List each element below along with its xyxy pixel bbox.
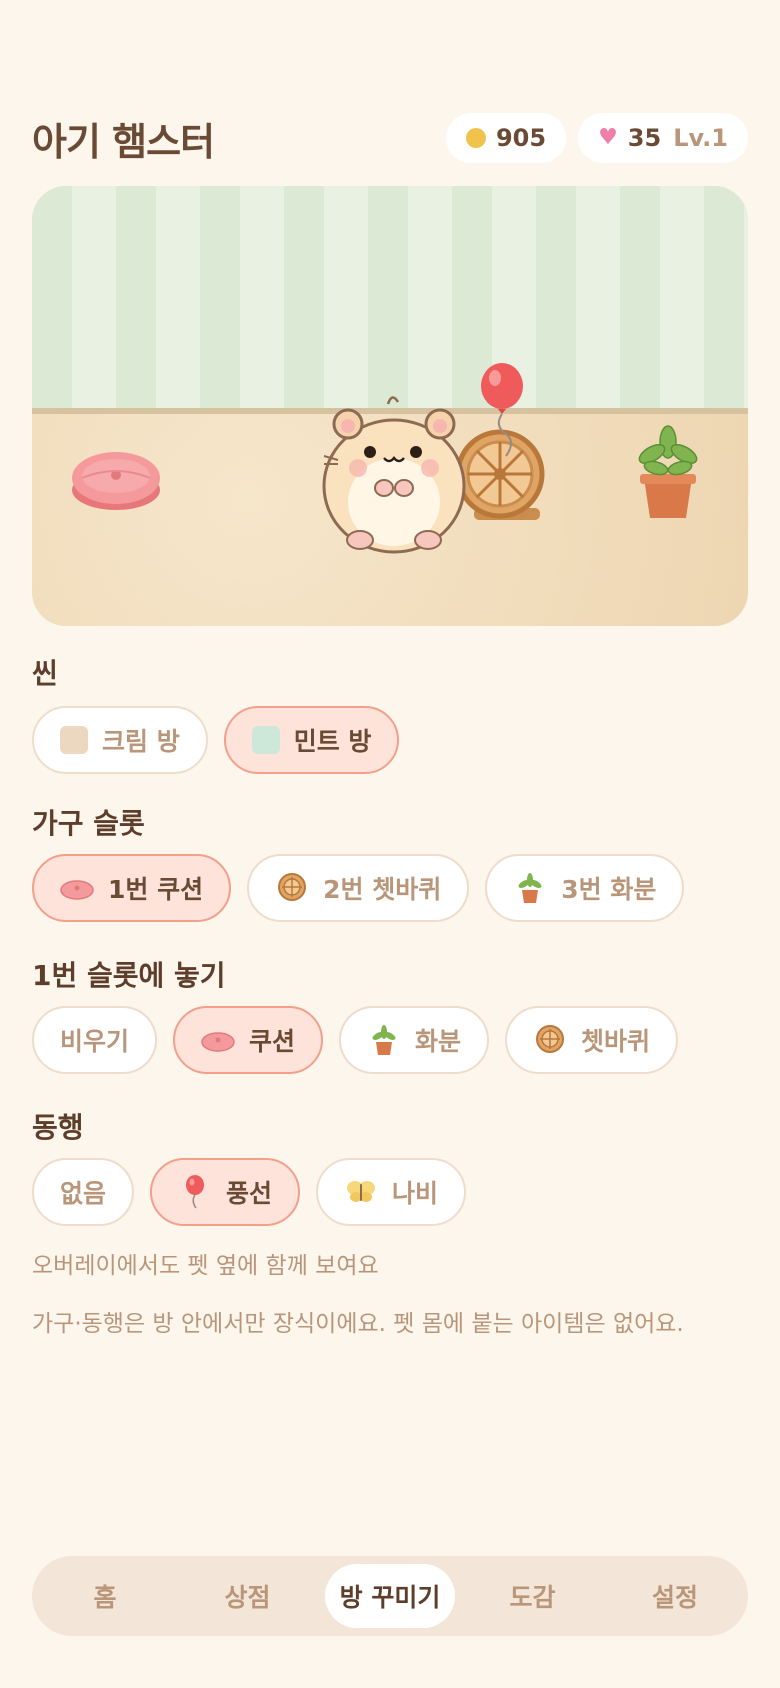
chip-label: 풍선 (226, 1179, 273, 1208)
tab-home[interactable]: 홈 (40, 1564, 170, 1628)
room-preview (32, 186, 748, 626)
chip-label: 2번 쳇바퀴 (323, 875, 442, 904)
heart-count: 35 (627, 124, 662, 152)
slot-3-button[interactable]: 3번 화분 (485, 854, 685, 922)
chip-label: 민트 방 (293, 727, 372, 756)
balloon-icon (481, 363, 523, 457)
tab-room-decor[interactable]: 방 꾸미기 (325, 1564, 455, 1628)
furniture-slots-label: 가구 슬롯 (32, 807, 145, 840)
chip-label: 비우기 (60, 1027, 130, 1056)
companion-balloon-button[interactable]: 풍선 (150, 1158, 301, 1226)
footer-note: 가구·동행은 방 안에서만 장식이에요. 펫 몸에 붙는 아이템은 없어요. (32, 1311, 684, 1337)
coin-count: 905 (495, 124, 547, 152)
mint-swatch (251, 726, 280, 754)
chip-label: 쿠션 (249, 1027, 296, 1056)
heart-icon: ♥ (598, 125, 618, 150)
chip-label: 1번 쿠션 (108, 875, 204, 904)
scene-label: 씬 (32, 657, 58, 690)
plant-icon (638, 425, 698, 518)
furniture-slot-options: 1번 쿠션 2번 쳇바퀴 3번 화분 (32, 854, 685, 922)
cream-swatch (60, 726, 88, 754)
heart-level-counter: ♥ 35 Lv.1 (578, 113, 748, 163)
wheel-icon (275, 871, 309, 905)
page-title: 아기 햄스터 (32, 119, 215, 164)
place-wheel-button[interactable]: 쳇바퀴 (505, 1006, 679, 1074)
tab-collection[interactable]: 도감 (468, 1564, 598, 1628)
chip-label: 나비 (392, 1179, 439, 1208)
plant-icon (367, 1023, 401, 1057)
scene-option-mint[interactable]: 민트 방 (223, 706, 400, 774)
companion-options: 없음 풍선 나비 (32, 1158, 467, 1226)
plant-icon (513, 871, 547, 905)
chip-label: 3번 화분 (561, 875, 657, 904)
coin-icon (465, 128, 486, 148)
scene-option-cream[interactable]: 크림 방 (32, 706, 208, 774)
bottom-tab-bar: 홈 상점 방 꾸미기 도감 설정 (32, 1556, 748, 1636)
companion-note: 오버레이에서도 펫 옆에 함께 보여요 (32, 1253, 379, 1279)
slot-1-button[interactable]: 1번 쿠션 (32, 854, 232, 922)
place-in-slot-label: 1번 슬롯에 놓기 (32, 959, 226, 992)
companion-none-button[interactable]: 없음 (32, 1158, 135, 1226)
header: 아기 햄스터 905 ♥ 35 Lv.1 (32, 112, 748, 164)
coin-counter: 905 (445, 113, 567, 163)
chip-label: 크림 방 (102, 727, 180, 756)
butterfly-icon (344, 1175, 378, 1209)
scene-options: 크림 방 민트 방 (32, 706, 400, 774)
hamster-icon (322, 396, 466, 554)
chip-label: 쳇바퀴 (581, 1027, 651, 1056)
place-options: 비우기 쿠션 화분 쳇바퀴 (32, 1006, 679, 1074)
place-cushion-button[interactable]: 쿠션 (173, 1006, 324, 1074)
slot-2-button[interactable]: 2번 쳇바퀴 (247, 854, 470, 922)
place-empty-button[interactable]: 비우기 (32, 1006, 158, 1074)
companion-label: 동행 (32, 1111, 84, 1144)
chip-label: 화분 (415, 1027, 462, 1056)
cushion-icon (72, 452, 160, 510)
level-label: Lv.1 (673, 124, 728, 152)
companion-butterfly-button[interactable]: 나비 (316, 1158, 467, 1226)
chip-label: 없음 (60, 1179, 107, 1208)
stats-bar: 905 ♥ 35 Lv.1 (445, 113, 748, 163)
wheel-icon (533, 1023, 567, 1057)
room-wall (32, 186, 748, 411)
tab-settings[interactable]: 설정 (610, 1564, 740, 1628)
cushion-icon (201, 1023, 235, 1057)
cushion-icon (60, 871, 94, 905)
tab-shop[interactable]: 상점 (183, 1564, 313, 1628)
place-plant-button[interactable]: 화분 (339, 1006, 490, 1074)
balloon-icon (178, 1175, 212, 1209)
